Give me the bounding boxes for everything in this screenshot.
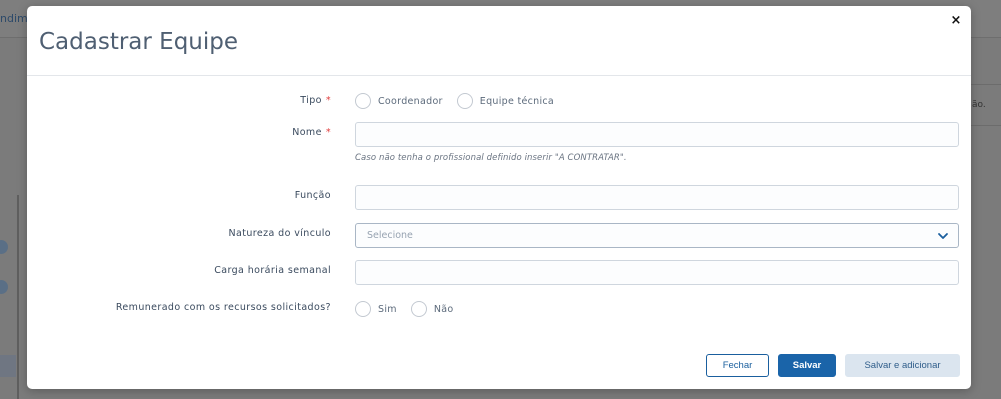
- background-right-text: ão.: [972, 100, 986, 110]
- natureza-selected-value: Selecione: [367, 230, 413, 241]
- background-divider: [970, 125, 1001, 126]
- natureza-label: Natureza do vínculo: [228, 228, 331, 239]
- modal-title: Cadastrar Equipe: [39, 29, 239, 55]
- nome-input[interactable]: [355, 122, 959, 147]
- background-check-icon: [0, 280, 8, 294]
- required-mark: *: [325, 127, 331, 138]
- salvar-button[interactable]: Salvar: [778, 354, 836, 377]
- remunerado-radio-sim[interactable]: Sim: [355, 301, 397, 317]
- fechar-button[interactable]: Fechar: [706, 354, 769, 377]
- nome-hint: Caso não tenha o profissional definido i…: [355, 153, 627, 163]
- carga-label: Carga horária semanal: [214, 265, 331, 276]
- chevron-down-icon: [938, 233, 948, 239]
- nome-label: Nome *: [292, 127, 331, 138]
- tipo-label: Tipo *: [300, 95, 331, 106]
- radio-circle[interactable]: [355, 93, 371, 109]
- modal-header: Cadastrar Equipe ×: [27, 6, 971, 76]
- funcao-label: Função: [294, 190, 331, 201]
- tipo-radio-group: Coordenador Equipe técnica: [355, 93, 568, 109]
- close-icon[interactable]: ×: [949, 14, 963, 28]
- radio-circle[interactable]: [410, 301, 427, 317]
- required-mark: *: [325, 95, 331, 106]
- remunerado-radio-nao[interactable]: Não: [410, 301, 454, 317]
- tipo-radio-coordenador[interactable]: Coordenador: [355, 93, 443, 109]
- radio-circle[interactable]: [355, 301, 371, 317]
- natureza-select[interactable]: Selecione: [355, 223, 959, 248]
- salvar-e-adicionar-button[interactable]: Salvar e adicionar: [845, 354, 960, 377]
- radio-label: Sim: [378, 303, 397, 315]
- tipo-radio-equipe-tecnica[interactable]: Equipe técnica: [456, 93, 555, 109]
- background-block: [0, 355, 16, 377]
- background-check-icon: [0, 240, 8, 254]
- cadastrar-equipe-modal: Cadastrar Equipe × Tipo * Coordenador Equ…: [27, 6, 971, 389]
- radio-label: Equipe técnica: [479, 95, 555, 107]
- background-divider: [970, 84, 1001, 85]
- radio-label: Não: [433, 303, 454, 315]
- radio-circle[interactable]: [456, 93, 473, 109]
- remunerado-radio-group: Sim Não: [355, 301, 467, 317]
- remunerado-label: Remunerado com os recursos solicitados?: [115, 302, 331, 313]
- funcao-input[interactable]: [355, 185, 959, 210]
- carga-input[interactable]: [355, 260, 959, 285]
- radio-label: Coordenador: [378, 95, 443, 107]
- background-vertical-line: [17, 195, 19, 399]
